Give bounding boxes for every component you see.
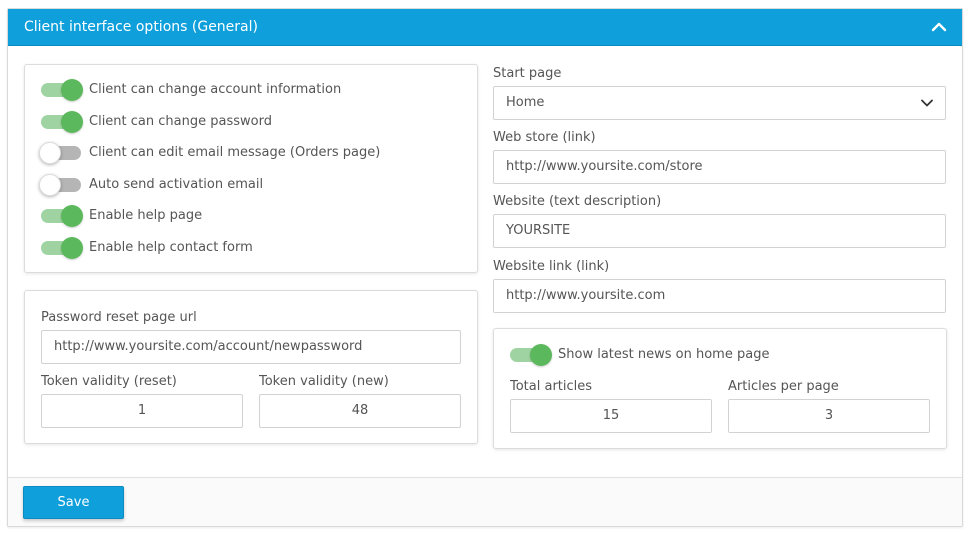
- toggle-switch[interactable]: [39, 174, 81, 196]
- website-link-label: Website link (link): [493, 259, 610, 274]
- toggle-switch[interactable]: [41, 79, 83, 101]
- start-page-select[interactable]: Home: [493, 86, 946, 120]
- news-box: Show latest news on home page Total arti…: [493, 328, 947, 449]
- panel-title: Client interface options (General): [24, 19, 258, 35]
- toggle-switch[interactable]: [510, 344, 552, 366]
- token-new-input[interactable]: 48: [259, 394, 461, 428]
- toggle-switch[interactable]: [39, 142, 81, 164]
- chevron-up-icon[interactable]: [930, 18, 948, 36]
- webstore-label: Web store (link): [493, 130, 596, 145]
- toggle-label: Enable help contact form: [89, 240, 253, 255]
- options-panel: Client interface options (General) Clien…: [7, 8, 963, 527]
- password-reset-url-input[interactable]: http://www.yoursite.com/account/newpassw…: [41, 330, 461, 364]
- total-articles-input[interactable]: 15: [510, 399, 712, 433]
- save-button[interactable]: Save: [23, 486, 124, 519]
- toggle-switch[interactable]: [41, 237, 83, 259]
- website-link-input[interactable]: http://www.yoursite.com: [493, 279, 946, 313]
- website-desc-label: Website (text description): [493, 194, 662, 209]
- token-reset-input[interactable]: 1: [41, 394, 243, 428]
- start-page-value: Home: [506, 95, 545, 110]
- password-reset-box: Password reset page url http://www.yours…: [24, 290, 478, 444]
- total-articles-label: Total articles: [510, 379, 593, 394]
- toggle-label: Show latest news on home page: [558, 347, 770, 362]
- toggle-switch[interactable]: [41, 205, 83, 227]
- webstore-input[interactable]: http://www.yoursite.com/store: [493, 150, 946, 184]
- toggle-switch[interactable]: [41, 111, 83, 133]
- toggle-label: Auto send activation email: [89, 177, 264, 192]
- panel-footer: Save: [8, 477, 962, 526]
- website-desc-input[interactable]: YOURSITE: [493, 214, 946, 248]
- toggle-label: Enable help page: [89, 208, 203, 223]
- toggle-label: Client can change password: [89, 114, 272, 129]
- toggle-label: Client can edit email message (Orders pa…: [89, 145, 381, 160]
- panel-header[interactable]: Client interface options (General): [8, 9, 962, 46]
- toggle-label: Client can change account information: [89, 82, 342, 97]
- token-reset-label: Token validity (reset): [41, 374, 177, 389]
- token-new-label: Token validity (new): [259, 374, 389, 389]
- articles-per-page-input[interactable]: 3: [728, 399, 930, 433]
- password-reset-url-label: Password reset page url: [41, 310, 197, 325]
- chevron-down-icon: [921, 99, 933, 107]
- articles-per-page-label: Articles per page: [728, 379, 839, 394]
- permissions-box: Client can change account information Cl…: [24, 64, 478, 273]
- start-page-label: Start page: [493, 66, 562, 81]
